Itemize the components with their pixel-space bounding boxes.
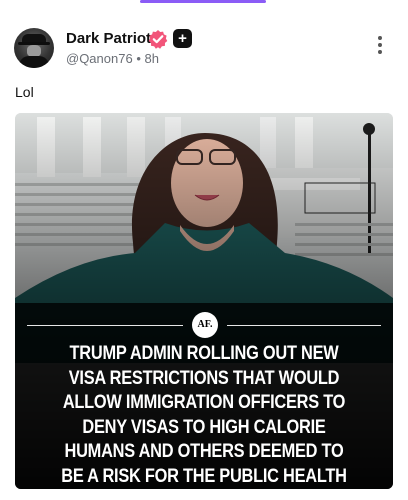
logo-divider-right (227, 325, 381, 326)
author-display-name[interactable]: Dark Patriot (66, 30, 151, 47)
post-body-text: Lol (15, 84, 34, 100)
post-image[interactable]: AF. TRUMP ADMIN ROLLING OUT NEW VISA RES… (15, 113, 393, 489)
post-time: 8h (144, 51, 159, 66)
meta-separator: • (136, 51, 141, 66)
author-handle[interactable]: @Qanon76 (66, 51, 133, 66)
post-card[interactable]: Dark Patriot + @Qanon76 • 8h Lol AF. TRU… (0, 0, 408, 500)
plus-icon: + (173, 29, 192, 48)
author-handle-line: @Qanon76 • 8h (66, 51, 159, 66)
logo-divider-left (27, 325, 183, 326)
image-headline: TRUMP ADMIN ROLLING OUT NEW VISA RESTRIC… (61, 342, 347, 487)
more-options-icon[interactable] (372, 36, 388, 60)
avatar-coat (19, 56, 49, 68)
af-logo: AF. (192, 312, 218, 338)
avatar[interactable] (14, 28, 54, 68)
verified-badge-icon (148, 30, 168, 49)
